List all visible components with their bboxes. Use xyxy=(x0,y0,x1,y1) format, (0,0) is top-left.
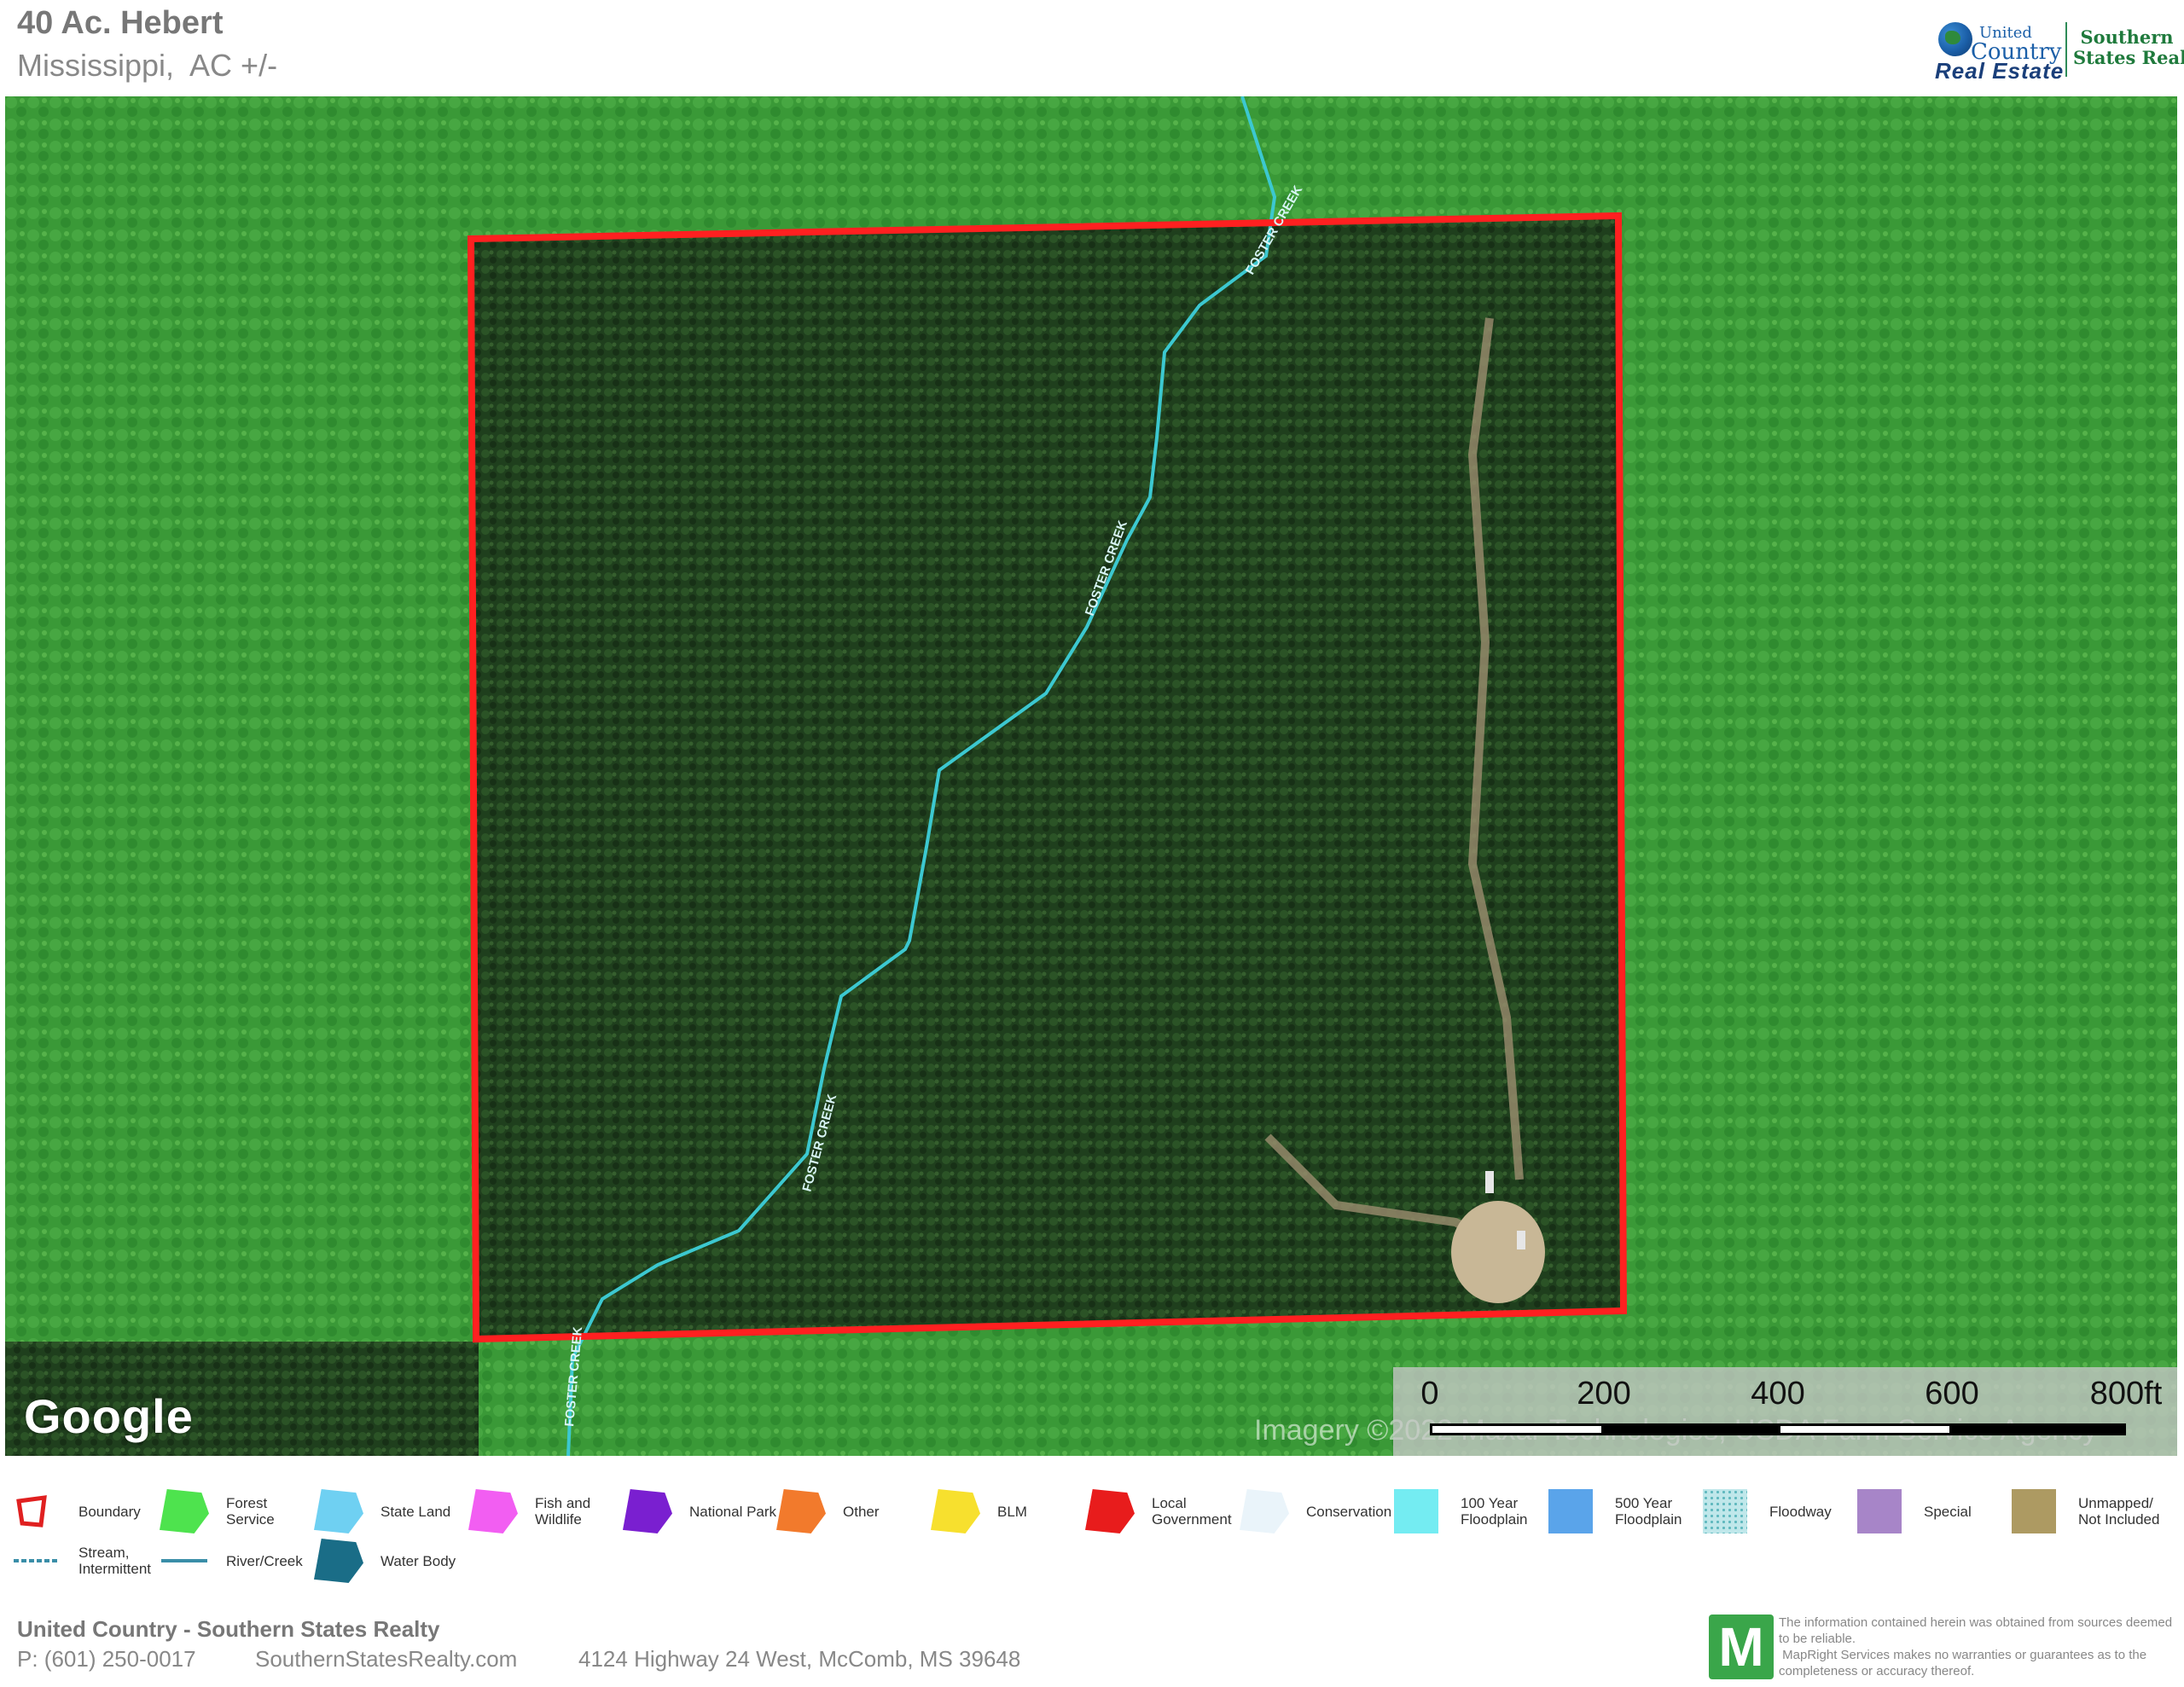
legend-label: 100 Year Floodplain xyxy=(1461,1495,1528,1528)
legend-label: Local Government xyxy=(1152,1495,1232,1528)
structure-icon xyxy=(1517,1231,1525,1249)
legend-item: Conservation xyxy=(1240,1489,1391,1533)
legend-item: Fish and Wildlife xyxy=(468,1489,590,1533)
satellite-map[interactable]: FOSTER CREEK FOSTER CREEK FOSTER CREEK F… xyxy=(5,96,2177,1456)
legend-label: Fish and Wildlife xyxy=(535,1495,591,1528)
legend-swatch-icon xyxy=(1703,1489,1752,1533)
legend-swatch-icon xyxy=(12,1489,61,1533)
structure-icon xyxy=(1485,1171,1494,1193)
company-name: United Country - Southern States Realty xyxy=(17,1616,440,1642)
map-overlay: FOSTER CREEK FOSTER CREEK FOSTER CREEK F… xyxy=(5,96,2177,1456)
united-country-logo: United Country Real Estate xyxy=(1931,17,2068,84)
legend-swatch-icon xyxy=(1240,1489,1289,1533)
legend-swatch-icon xyxy=(468,1489,518,1533)
legend-label: Forest Service xyxy=(226,1495,275,1528)
legend-swatch-icon xyxy=(1085,1489,1135,1533)
legend-label: Conservation xyxy=(1306,1503,1392,1520)
legend-swatch-icon xyxy=(12,1539,61,1583)
legend-item: Special xyxy=(1857,1489,1972,1533)
legend-label: Unmapped/ Not Included xyxy=(2078,1495,2160,1528)
legend-swatch-icon xyxy=(2012,1489,2061,1533)
legend-swatch-icon xyxy=(1394,1489,1443,1533)
legend-item: River/Creek xyxy=(160,1539,303,1583)
website-link[interactable]: SouthernStatesRealty.com xyxy=(255,1646,517,1673)
legend-label: 500 Year Floodplain xyxy=(1615,1495,1682,1528)
southern-states-realty-logo: Southern States Realty xyxy=(2073,26,2184,68)
legend: Boundary Forest Service State Land Fish and… xyxy=(0,1475,2184,1603)
legend-swatch-icon xyxy=(1857,1489,1907,1533)
legend-label: Special xyxy=(1924,1503,1972,1520)
legend-item: Unmapped/ Not Included xyxy=(2012,1489,2159,1533)
scale-label: 800ft xyxy=(2089,1376,2163,1412)
legend-item: Other xyxy=(776,1489,880,1533)
google-logo: Google xyxy=(24,1389,194,1443)
legend-label: State Land xyxy=(380,1503,451,1520)
scale-label: 600 xyxy=(1925,1376,1979,1412)
legend-item: 100 Year Floodplain xyxy=(1394,1489,1527,1533)
legend-swatch-icon xyxy=(623,1489,672,1533)
real-estate-text: Real Estate xyxy=(1935,58,2065,84)
legend-label: National Park xyxy=(689,1503,777,1520)
map-title: 40 Ac. Hebert xyxy=(17,5,224,41)
legend-item: Stream, Intermittent xyxy=(12,1539,151,1583)
map-subtitle: Mississippi, AC +/- xyxy=(17,48,278,83)
legend-item: Local Government xyxy=(1085,1489,1232,1533)
address: 4124 Highway 24 West, McComb, MS 39648 xyxy=(578,1646,1021,1672)
phone-number[interactable]: P: (601) 250-0017 xyxy=(17,1646,196,1673)
legend-item: State Land xyxy=(314,1489,450,1533)
legend-label: River/Creek xyxy=(226,1552,303,1569)
legend-item: 500 Year Floodplain xyxy=(1548,1489,1682,1533)
legend-label: Stream, Intermittent xyxy=(78,1545,152,1577)
legend-item: Forest Service xyxy=(160,1489,275,1533)
legend-item: Water Body xyxy=(314,1539,456,1583)
mapright-logo: M xyxy=(1709,1615,1774,1679)
clearing xyxy=(1451,1201,1545,1303)
logo-divider xyxy=(2065,22,2067,77)
legend-swatch-icon xyxy=(931,1489,980,1533)
legend-swatch-icon xyxy=(160,1539,209,1583)
legend-swatch-icon xyxy=(160,1489,209,1533)
legend-item: Boundary xyxy=(12,1489,141,1533)
legend-label: BLM xyxy=(997,1503,1027,1520)
legend-label: Boundary xyxy=(78,1503,141,1520)
scale-label: 200 xyxy=(1577,1376,1631,1412)
legend-swatch-icon xyxy=(776,1489,826,1533)
legend-swatch-icon xyxy=(314,1489,363,1533)
scale-label: 0 xyxy=(1420,1376,1439,1412)
parcel-forest xyxy=(471,216,1623,1339)
united-country-logo-text: United Country xyxy=(1971,24,2062,65)
legend-item: National Park xyxy=(623,1489,776,1533)
legend-swatch-icon xyxy=(314,1539,363,1583)
globe-icon xyxy=(1938,22,1972,56)
disclaimer: The information contained herein was obt… xyxy=(1779,1615,2173,1678)
legend-swatch-icon xyxy=(1548,1489,1598,1533)
legend-label: Floodway xyxy=(1769,1503,1832,1520)
scale-label: 400 xyxy=(1751,1376,1805,1412)
legend-label: Water Body xyxy=(380,1552,456,1569)
legend-label: Other xyxy=(843,1503,880,1520)
legend-item: BLM xyxy=(931,1489,1027,1533)
scale-bar: 0 200 400 600 800ft xyxy=(1393,1367,2177,1456)
legend-item: Floodway xyxy=(1703,1489,1832,1533)
